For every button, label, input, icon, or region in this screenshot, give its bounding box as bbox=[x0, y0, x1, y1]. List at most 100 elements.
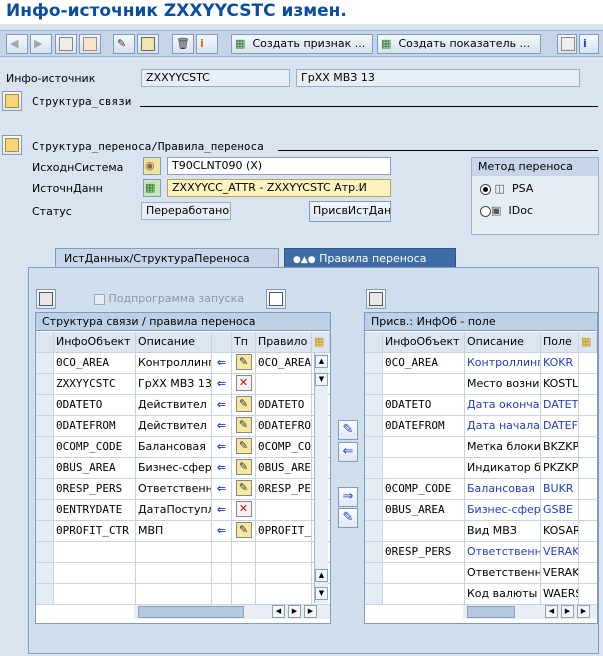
row-selector[interactable] bbox=[365, 353, 383, 373]
infoobject-cell[interactable]: 0DATETO bbox=[383, 395, 465, 415]
rule-type-button[interactable]: ✎ bbox=[232, 395, 256, 415]
row-selector[interactable] bbox=[365, 437, 383, 457]
edit-button[interactable]: ✎ bbox=[113, 34, 135, 54]
tab-datasource-transfer-structure[interactable]: ИстДанных/СтруктураПереноса bbox=[55, 248, 279, 268]
empty-cell[interactable] bbox=[212, 584, 232, 604]
rule-cell[interactable]: 0PROFIT_CTR bbox=[256, 521, 312, 541]
row-selector[interactable] bbox=[365, 542, 383, 562]
move-right-button[interactable]: ⇒ bbox=[338, 487, 358, 507]
row-selector[interactable] bbox=[365, 479, 383, 499]
infoobject-cell[interactable]: 0COMP_CODE bbox=[383, 479, 465, 499]
row-selector[interactable] bbox=[36, 500, 54, 520]
infoobject-cell[interactable]: 0CO_AREA bbox=[54, 353, 136, 373]
infoobject-cell[interactable] bbox=[383, 374, 465, 394]
infoobject-cell[interactable] bbox=[383, 458, 465, 478]
row-selector[interactable] bbox=[365, 500, 383, 520]
table-row[interactable]: 0BUS_AREA Бизнес-сфер GSBE bbox=[365, 500, 597, 521]
rule-type-button[interactable]: ✎ bbox=[232, 458, 256, 478]
scroll-down-icon[interactable]: ▼ bbox=[315, 373, 328, 386]
row-selector[interactable] bbox=[365, 458, 383, 478]
field-cell[interactable]: DATEF bbox=[541, 416, 579, 436]
delete-button[interactable]: 🗑 bbox=[172, 34, 194, 54]
arrow-left-icon[interactable]: ⇐ bbox=[212, 416, 232, 436]
display-button[interactable] bbox=[55, 34, 77, 54]
table-row[interactable]: Место возник KOSTL bbox=[365, 374, 597, 395]
toggle-button[interactable] bbox=[137, 34, 159, 54]
row-selector[interactable] bbox=[36, 479, 54, 499]
rule-cell[interactable] bbox=[256, 500, 312, 520]
hierarchy-button[interactable] bbox=[79, 34, 101, 54]
empty-cell[interactable] bbox=[212, 542, 232, 562]
idoc-option[interactable]: ▣ IDoc bbox=[480, 204, 533, 218]
column-header[interactable]: Тп bbox=[232, 332, 256, 352]
scroll-up-icon[interactable]: ▲ bbox=[315, 569, 328, 582]
empty-cell[interactable] bbox=[256, 563, 312, 583]
table-row[interactable] bbox=[36, 563, 330, 584]
table-row[interactable]: 0RESP_PERS Ответственн VERAK bbox=[365, 542, 597, 563]
row-selector-header[interactable] bbox=[365, 332, 383, 352]
rule-cell[interactable]: 0BUS_AREA bbox=[256, 458, 312, 478]
infoobject-cell[interactable] bbox=[383, 584, 465, 604]
arrow-left-icon[interactable]: ⇐ bbox=[212, 458, 232, 478]
row-selector[interactable] bbox=[36, 584, 54, 604]
table-row[interactable]: 0CO_AREA Контроллинг KOKR bbox=[365, 353, 597, 374]
assign-datasource-button[interactable]: ПрисвИстДан bbox=[309, 201, 391, 222]
field-cell[interactable]: VERAK bbox=[541, 563, 579, 583]
create-attribute-button[interactable]: ▦ Создать признак ... bbox=[231, 34, 373, 54]
scroll-down-icon[interactable]: ▼ bbox=[315, 587, 328, 600]
rule-cell[interactable]: 0CO_AREA bbox=[256, 353, 312, 373]
left-vertical-scrollbar[interactable]: ▲ ▼ ▲ ▼ bbox=[314, 353, 328, 603]
infoobject-cell[interactable]: 0DATETO bbox=[54, 395, 136, 415]
column-header[interactable]: ИнфоОбъект bbox=[54, 332, 136, 352]
infoobject-cell[interactable]: 0DATEFROM bbox=[383, 416, 465, 436]
row-selector[interactable] bbox=[36, 416, 54, 436]
empty-cell[interactable] bbox=[136, 563, 212, 583]
table-row[interactable] bbox=[36, 542, 330, 563]
row-selector[interactable] bbox=[36, 437, 54, 457]
rule-type-button[interactable]: ✕ bbox=[232, 374, 256, 394]
scroll-end-icon[interactable]: ▶ bbox=[577, 605, 590, 618]
field-cell[interactable]: GSBE bbox=[541, 500, 579, 520]
infoobject-cell[interactable]: 0BUS_AREA bbox=[54, 458, 136, 478]
empty-cell[interactable] bbox=[232, 563, 256, 583]
row-selector-header[interactable] bbox=[36, 332, 54, 352]
field-cell[interactable]: PKZKP bbox=[541, 458, 579, 478]
rule-cell[interactable]: 0COMP_CODE bbox=[256, 437, 312, 457]
column-header[interactable]: Описание bbox=[465, 332, 541, 352]
row-selector[interactable] bbox=[365, 563, 383, 583]
table-row[interactable]: 0DATETO Дата окончан DATET bbox=[365, 395, 597, 416]
column-header[interactable]: Поле bbox=[541, 332, 579, 352]
table-row[interactable]: Индикатор б PKZKP bbox=[365, 458, 597, 479]
infoobject-cell[interactable]: 0DATEFROM bbox=[54, 416, 136, 436]
move-left-button[interactable]: ⇐ bbox=[338, 442, 358, 462]
rule-cell[interactable]: 0DATEFROM bbox=[256, 416, 312, 436]
empty-cell[interactable] bbox=[212, 563, 232, 583]
field-cell[interactable]: WAERS bbox=[541, 584, 579, 604]
help-button[interactable]: i bbox=[579, 34, 599, 54]
column-header[interactable]: ИнфоОбъект bbox=[383, 332, 465, 352]
row-selector[interactable] bbox=[36, 353, 54, 373]
rule-type-button[interactable]: ✎ bbox=[232, 353, 256, 373]
rule-cell[interactable]: 0DATETO bbox=[256, 395, 312, 415]
infoobject-cell[interactable]: 0RESP_PERS bbox=[383, 542, 465, 562]
empty-cell[interactable] bbox=[54, 563, 136, 583]
table-row[interactable]: 0ENTRYDATE ДатаПоступл ⇐ ✕ bbox=[36, 500, 330, 521]
scroll-end-icon[interactable]: ▶ bbox=[304, 605, 317, 618]
infoobject-cell[interactable]: 0BUS_AREA bbox=[383, 500, 465, 520]
row-selector[interactable] bbox=[36, 395, 54, 415]
arrow-left-icon[interactable]: ⇐ bbox=[212, 395, 232, 415]
left-table-settings-button[interactable] bbox=[36, 289, 56, 309]
psa-option[interactable]: ◫ PSA bbox=[480, 182, 533, 196]
rule-type-button[interactable]: ✎ bbox=[232, 521, 256, 541]
row-selector[interactable] bbox=[365, 416, 383, 436]
arrow-left-icon[interactable]: ⇐ bbox=[212, 500, 232, 520]
field-cell[interactable]: KOSAR bbox=[541, 521, 579, 541]
table-row[interactable]: 0RESP_PERS Ответственн ⇐ ✎ 0RESP_PE bbox=[36, 479, 330, 500]
source-system-lookup[interactable]: ◉ bbox=[143, 157, 161, 175]
info-button[interactable]: i bbox=[196, 34, 218, 54]
row-selector[interactable] bbox=[36, 374, 54, 394]
scroll-thumb[interactable] bbox=[467, 606, 515, 618]
infoobject-cell[interactable]: 0RESP_PERS bbox=[54, 479, 136, 499]
left-horizontal-scrollbar[interactable]: ◀ ▶ ▶ bbox=[134, 605, 330, 619]
column-header[interactable]: Описание bbox=[136, 332, 212, 352]
